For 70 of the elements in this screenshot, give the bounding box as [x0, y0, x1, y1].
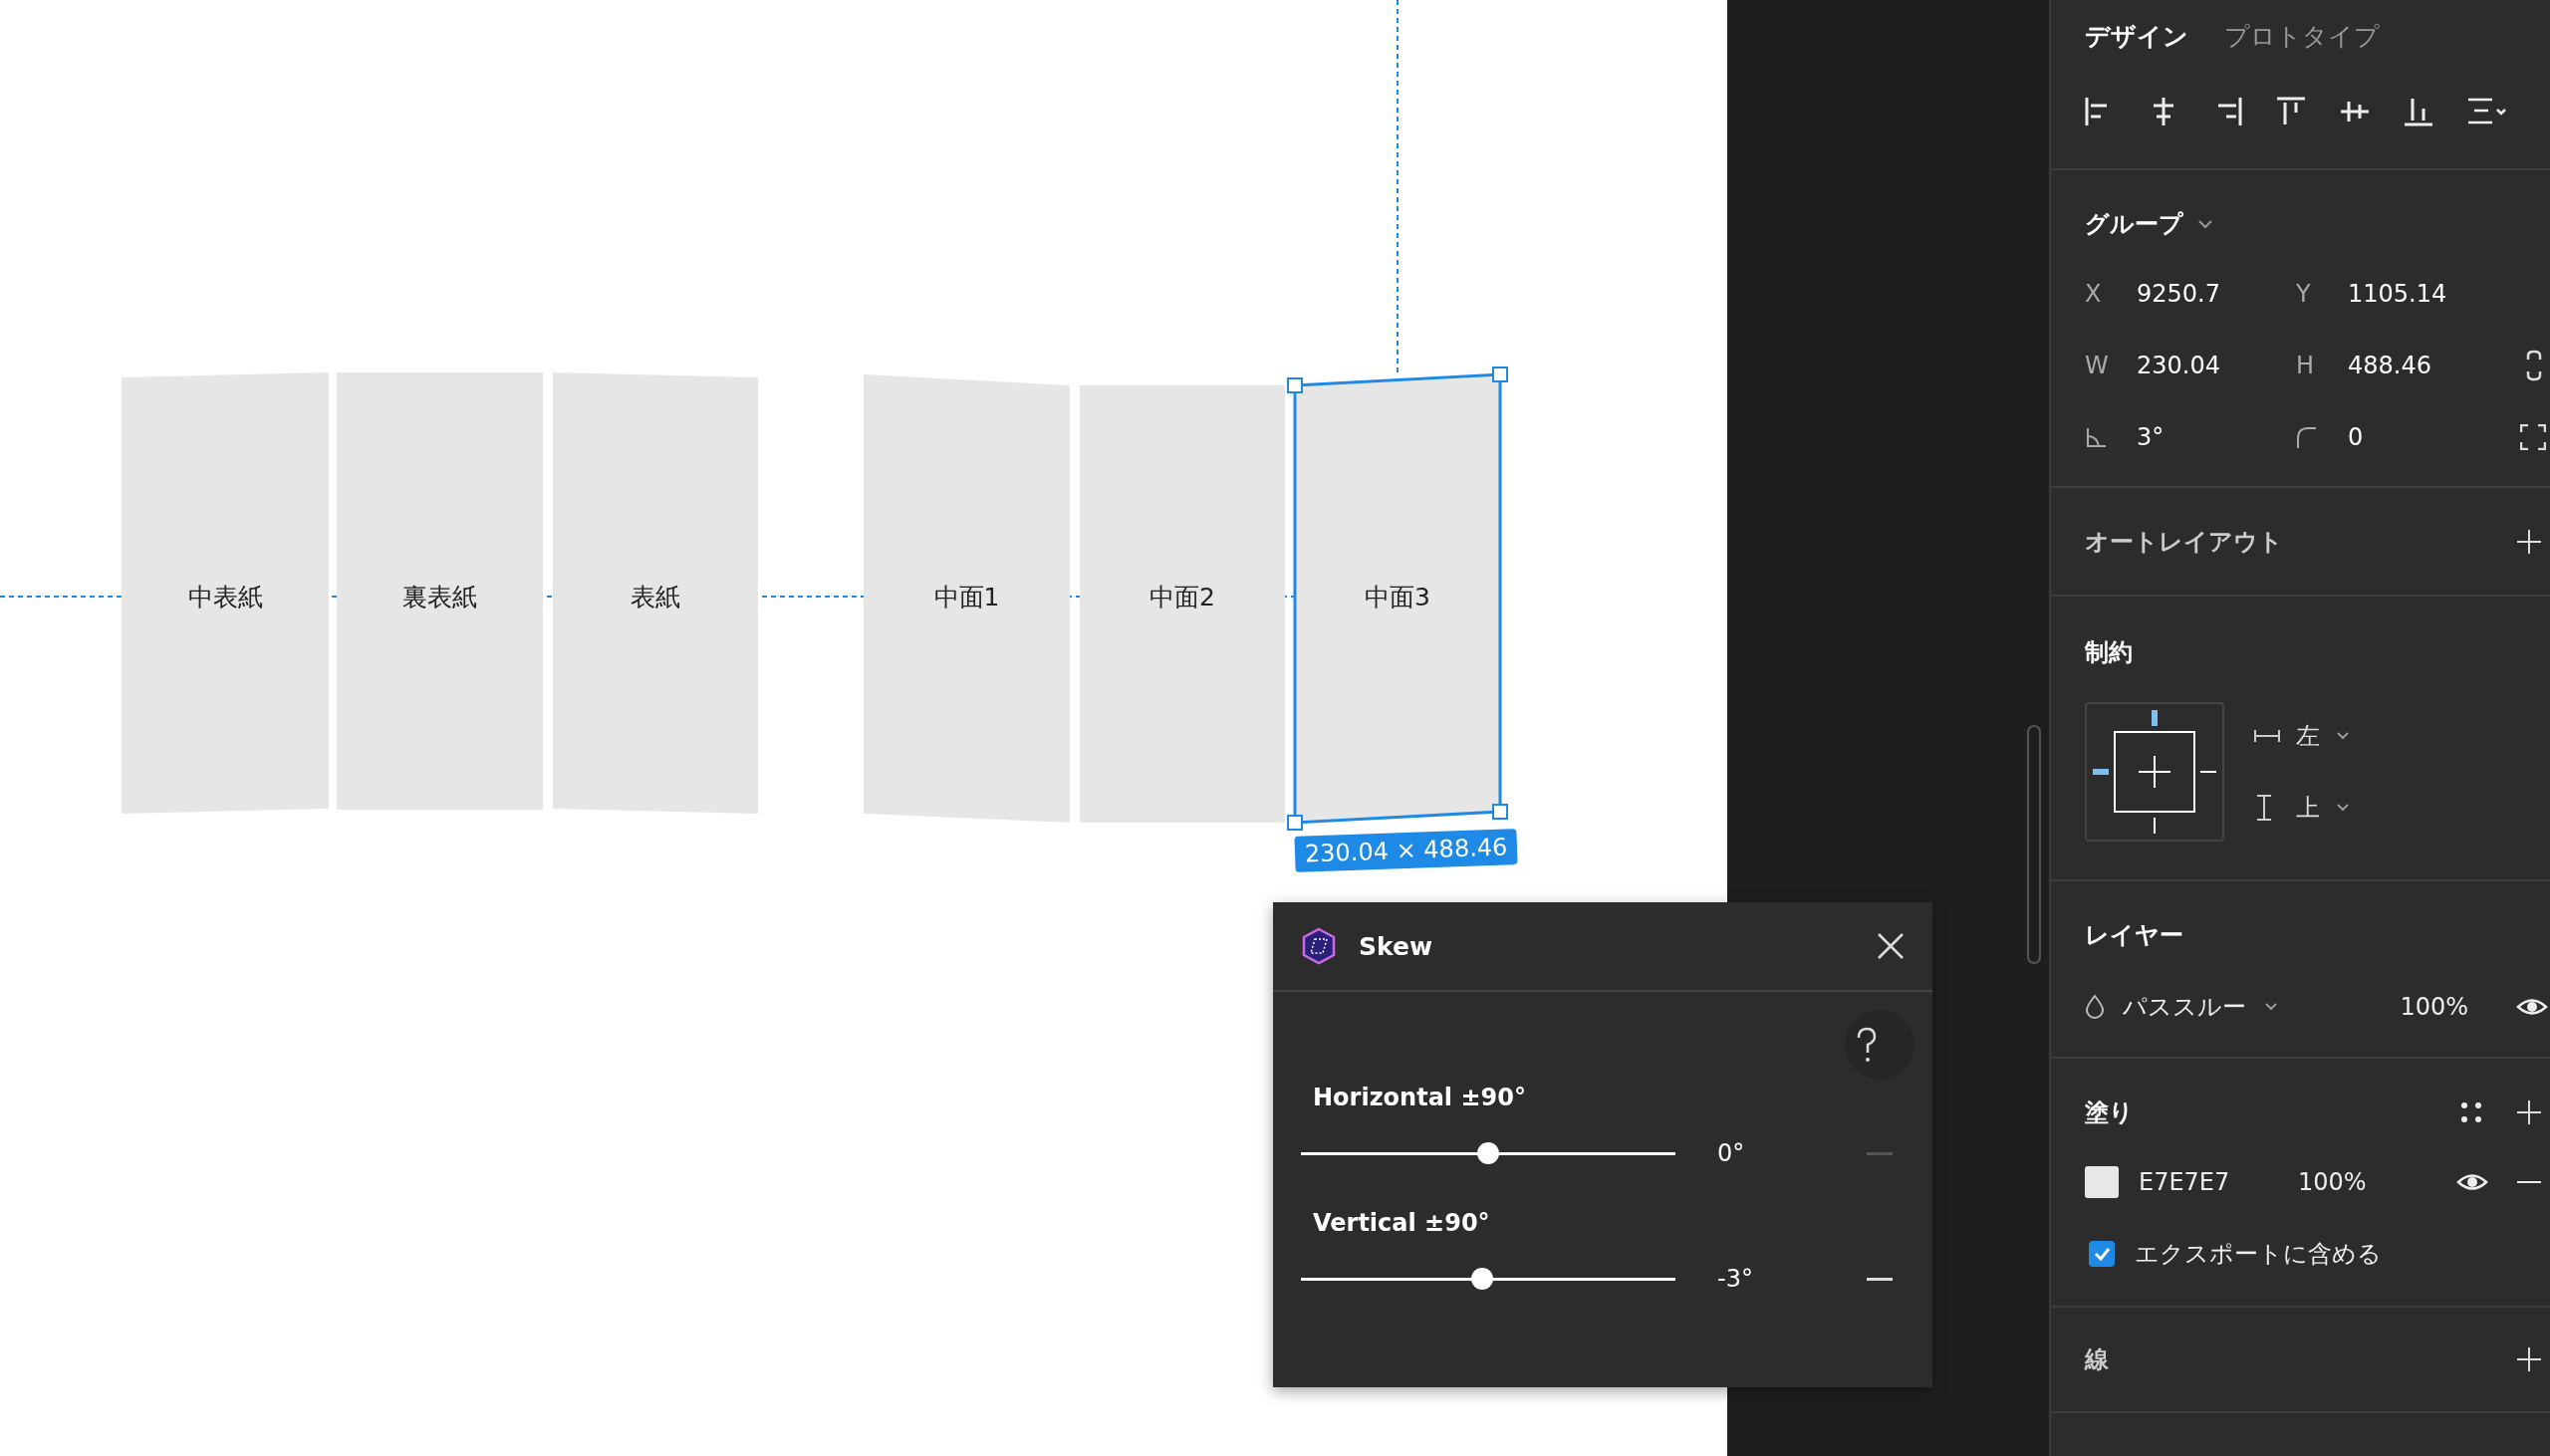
hex-value[interactable]: E7E7E7	[2139, 1168, 2298, 1196]
section-title: グループ	[2085, 209, 2183, 240]
field-value[interactable]: 3°	[2137, 423, 2165, 451]
field-label: X	[2085, 280, 2103, 308]
dropdown-value[interactable]: 上	[2296, 792, 2320, 824]
distribute-icon[interactable]	[2467, 97, 2507, 126]
section-title: オートレイアウト	[2085, 526, 2283, 558]
blend-mode-value[interactable]: パススルー	[2123, 991, 2246, 1023]
scrollbar[interactable]	[2027, 725, 2041, 964]
panel-tab[interactable]: デザイン	[2085, 20, 2188, 53]
remove-icon[interactable]	[2516, 1180, 2542, 1184]
field-value[interactable]: 230.04	[2137, 352, 2220, 379]
plugin-logo-icon	[1301, 927, 1337, 965]
add-icon[interactable]	[2516, 1099, 2542, 1125]
page-shape[interactable]	[1293, 372, 1502, 825]
drop-icon	[2085, 994, 2105, 1020]
resize-handle[interactable]	[1492, 804, 1508, 820]
chevron-down-icon[interactable]	[2264, 1002, 2278, 1012]
section-title: レイヤー	[2085, 920, 2184, 951]
size-label: 230.04 × 488.46	[1294, 829, 1518, 872]
chevron-down-icon[interactable]	[2197, 219, 2213, 229]
field-value[interactable]: 1105.14	[2348, 280, 2447, 308]
field-label: W	[2085, 352, 2110, 379]
field-value[interactable]: 488.46	[2348, 352, 2431, 379]
checkbox[interactable]	[2089, 1241, 2115, 1267]
slider-value: -3°	[1717, 1265, 1754, 1293]
resize-handle[interactable]	[1492, 366, 1508, 382]
chevron-down-icon[interactable]	[2336, 803, 2350, 813]
checkbox-label: エクスポートに含める	[2135, 1239, 2382, 1270]
checkmark-icon	[2092, 1245, 2112, 1263]
page-label: 中表紙	[187, 583, 263, 611]
panel-tab[interactable]: プロトタイプ	[2224, 20, 2380, 53]
field-label: Y	[2296, 280, 2312, 308]
page-label: 中面3	[1365, 583, 1430, 611]
opacity-value[interactable]: 100%	[2298, 1168, 2367, 1196]
corners-icon[interactable]	[2520, 424, 2546, 450]
page-label: 中面1	[933, 583, 1000, 611]
corner-radius-icon	[2296, 426, 2318, 448]
slider-value: 0°	[1717, 1139, 1746, 1167]
reset-button[interactable]	[1867, 1277, 1893, 1281]
close-icon	[1877, 932, 1905, 960]
slider-label: Horizontal ±90°	[1313, 1084, 1527, 1111]
page-label: 中面2	[1149, 583, 1215, 611]
constraint-widget[interactable]	[2085, 702, 2224, 842]
resize-handle[interactable]	[1287, 815, 1303, 831]
link-icon[interactable]	[2524, 350, 2544, 381]
add-icon[interactable]	[2516, 1346, 2542, 1372]
section-title: 塗り	[2085, 1097, 2134, 1128]
page-label: 表紙	[631, 583, 680, 611]
section-title: 線	[2085, 1344, 2109, 1375]
field-label: H	[2296, 352, 2316, 379]
add-icon[interactable]	[2516, 528, 2542, 555]
field-value[interactable]: 9250.7	[2137, 280, 2220, 308]
slider-thumb[interactable]	[1471, 1268, 1494, 1290]
color-swatch[interactable]	[2085, 1166, 2119, 1198]
angle-icon	[2085, 426, 2107, 448]
resize-handle[interactable]	[1287, 377, 1303, 393]
slider-label: Vertical ±90°	[1313, 1209, 1491, 1237]
align-top-icon[interactable]	[2276, 97, 2306, 126]
slider-thumb[interactable]	[1477, 1142, 1499, 1164]
field-value[interactable]: 0	[2348, 423, 2364, 451]
dropdown-value[interactable]: 左	[2296, 720, 2320, 752]
chevron-down-icon[interactable]	[2336, 731, 2350, 741]
close-button[interactable]	[1877, 932, 1905, 960]
page-label: 裏表紙	[402, 583, 477, 611]
align-bottom-icon[interactable]	[2404, 97, 2433, 126]
opacity-value[interactable]: 100%	[2400, 993, 2468, 1021]
styles-icon[interactable]	[2460, 1101, 2482, 1123]
section-title: 制約	[2085, 637, 2134, 668]
dialog-title: Skew	[1359, 931, 1432, 961]
